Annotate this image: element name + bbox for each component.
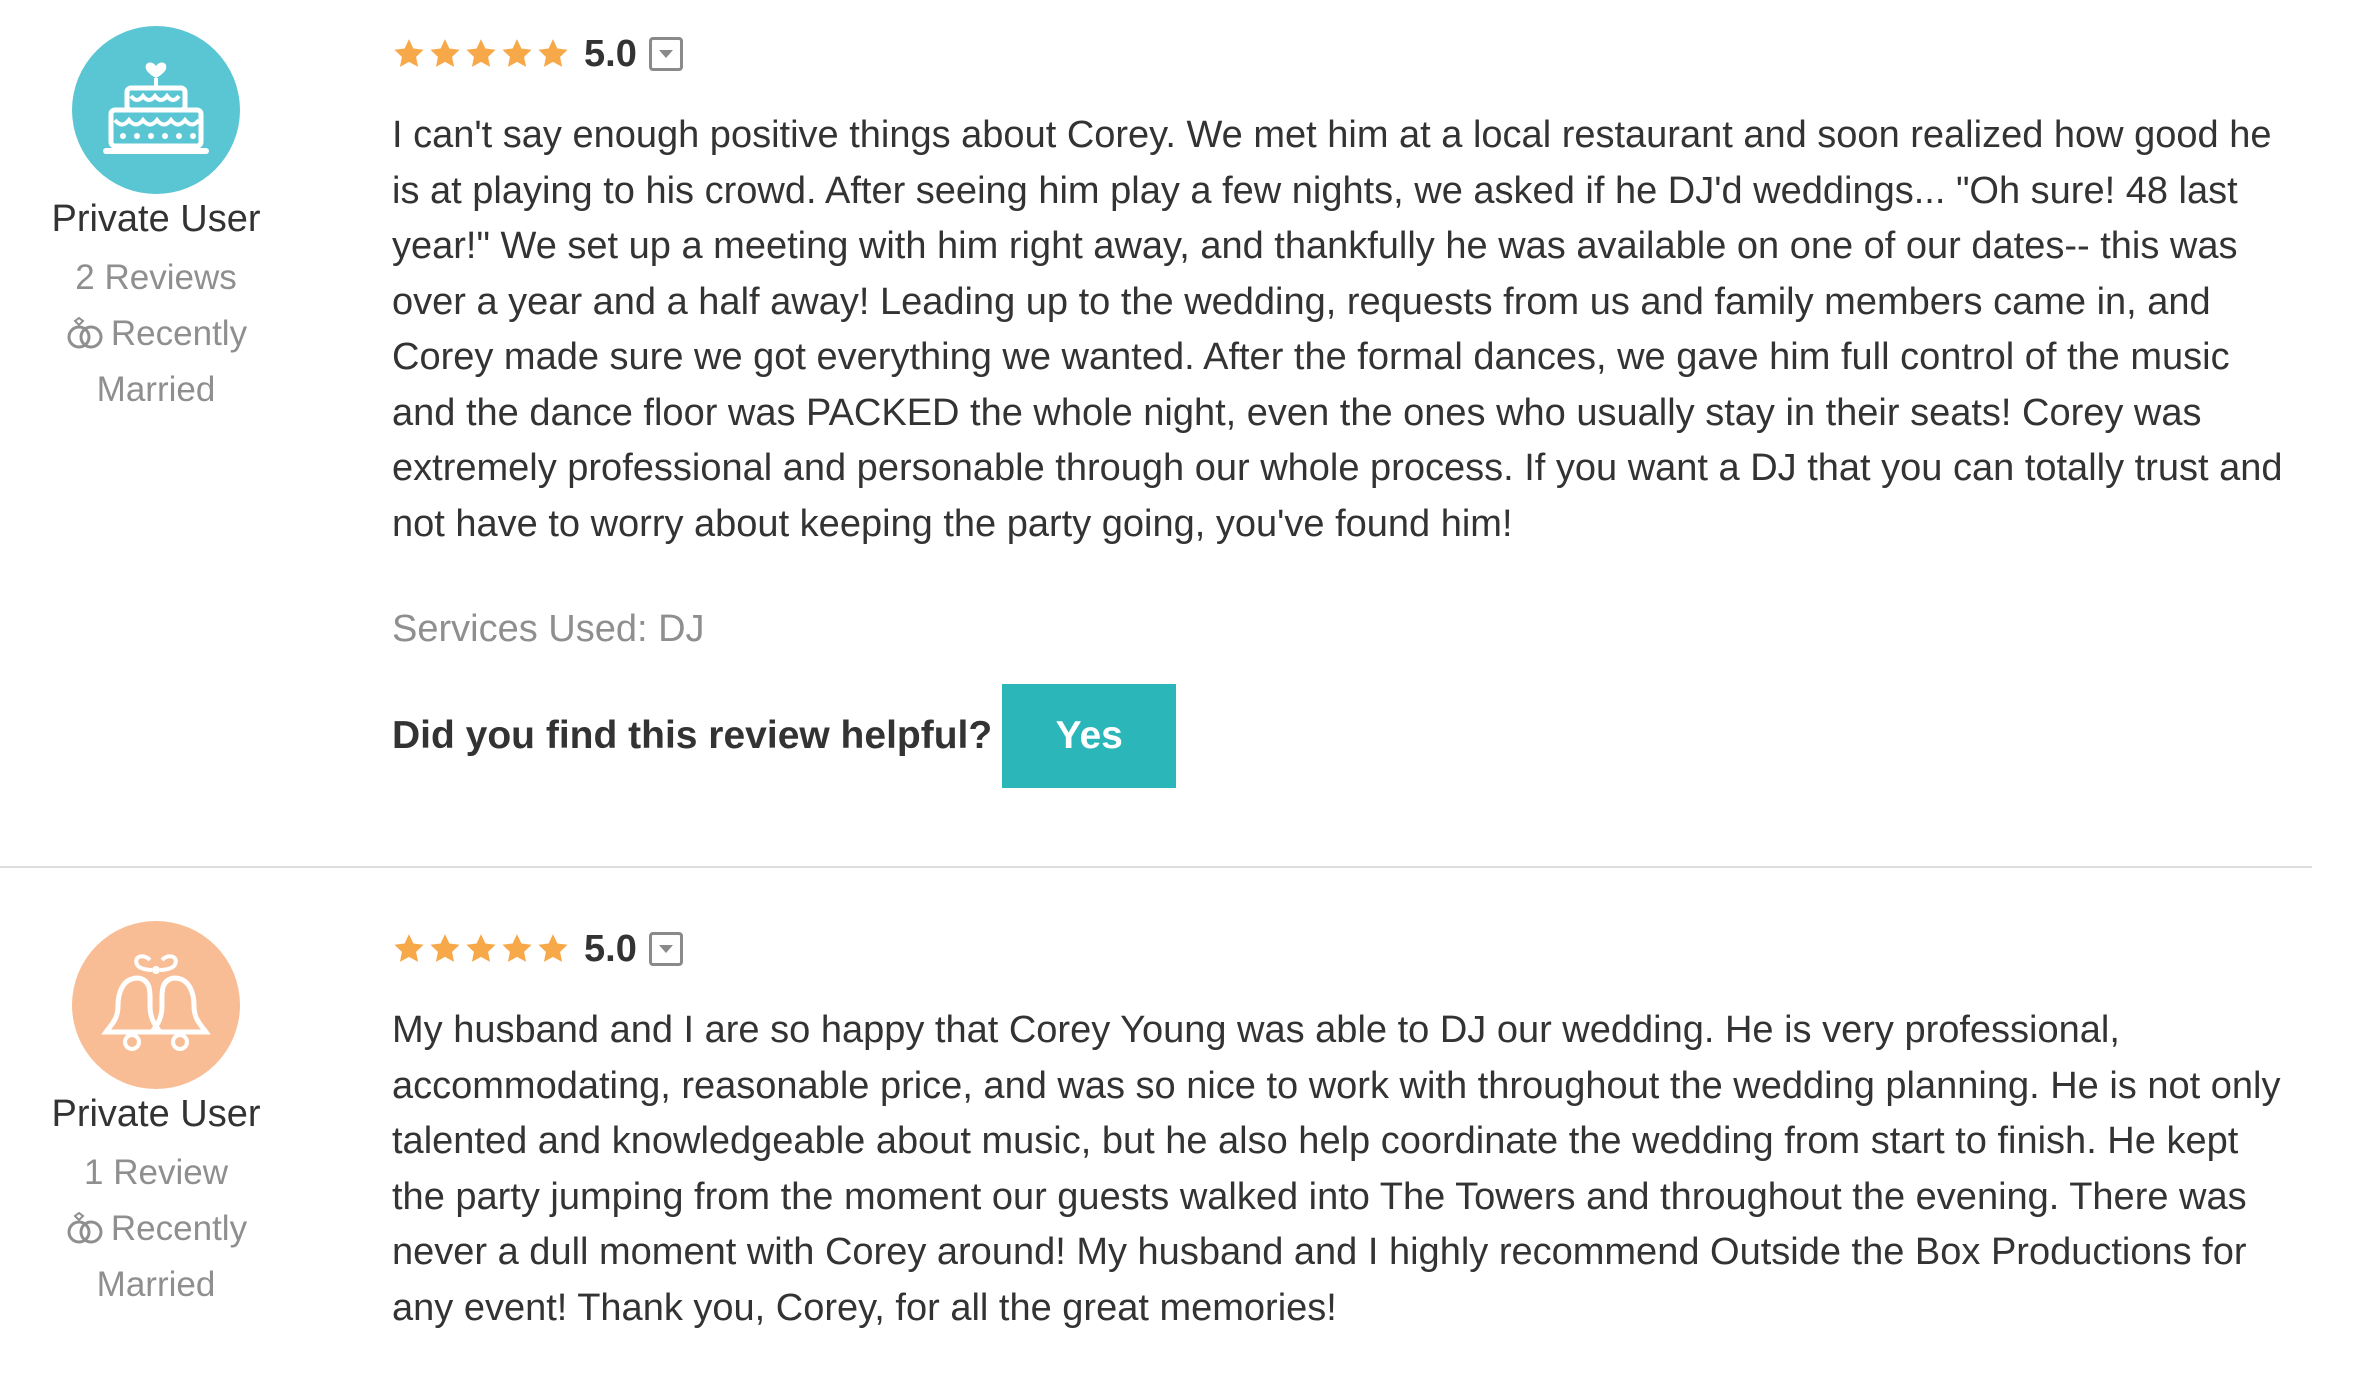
rating: 5.0 [392,28,683,80]
status-recently: Recently [0,314,312,354]
status-line1: Recently [110,1209,248,1248]
rating-dropdown-icon[interactable] [648,37,683,71]
star-rating [392,932,570,966]
helpful-row: Did you find this review helpful? Yes [392,684,1177,788]
status-line2: Married [96,1265,216,1304]
review-text: I can't say enough positive things about… [392,114,2283,545]
star-icon [466,934,496,962]
rings-icon [67,1212,103,1244]
star-icon [502,39,532,67]
user-name: Private User [51,1093,261,1135]
star-icon [394,934,424,962]
rating-dropdown-icon[interactable] [648,932,683,966]
review-card: Private User 2 Reviews Recently Married … [0,0,2367,868]
divider [0,866,2312,868]
status-recently: Recently [0,1209,312,1249]
review-card: Private User 1 Review Recently Married 5… [0,895,2367,1382]
star-icon [394,39,424,67]
helpful-question: Did you find this review helpful? [392,714,993,757]
review-count[interactable]: 1 Review [0,1153,312,1193]
status-line1: Recently [110,314,248,353]
wedding-cake-icon [103,62,209,154]
rating-value: 5.0 [584,32,637,75]
review-count[interactable]: 2 Reviews [0,258,312,298]
star-rating [392,37,570,71]
star-icon [466,39,496,67]
review-text: My husband and I are so happy that Corey… [392,1009,2281,1329]
star-icon [538,934,568,962]
user-name: Private User [51,198,261,240]
star-icon [430,934,460,962]
status-line2: Married [96,370,216,409]
wedding-bells-icon [101,954,211,1051]
yes-button[interactable]: Yes [1002,684,1177,788]
star-icon [430,39,460,67]
rating-value: 5.0 [584,927,637,970]
services-used: Services Used: DJ [392,608,705,650]
rings-icon [67,317,103,349]
star-icon [502,934,532,962]
star-icon [538,39,568,67]
avatar [72,26,240,194]
rating: 5.0 [392,923,683,975]
avatar [72,921,240,1089]
